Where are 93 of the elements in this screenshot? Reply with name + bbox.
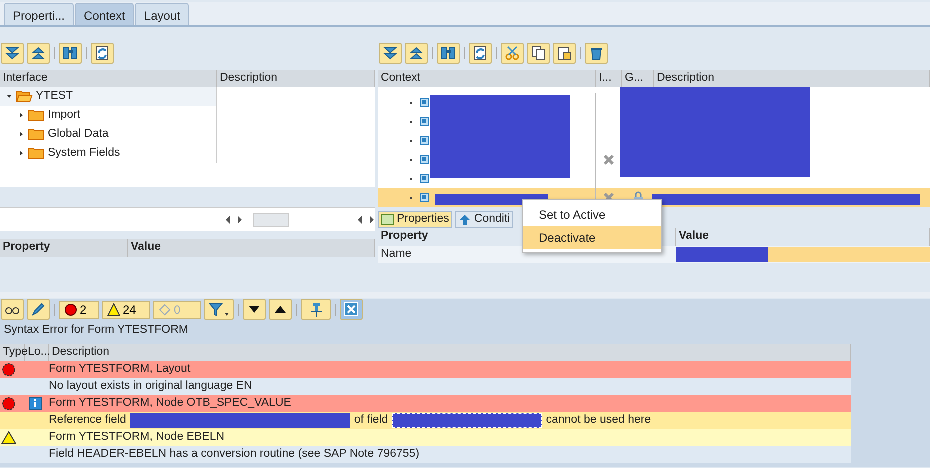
- message-row[interactable]: Form YTESTFORM, Layout: [0, 361, 851, 378]
- refresh-icon: [472, 44, 489, 62]
- scroll-left-icon[interactable]: [225, 216, 231, 224]
- node-icon[interactable]: [420, 193, 429, 202]
- search-button[interactable]: [437, 42, 460, 64]
- display-button[interactable]: [1, 299, 24, 320]
- caret-right-icon[interactable]: [18, 131, 25, 138]
- tab[interactable]: Properties: [378, 211, 452, 228]
- menu-item[interactable]: Set to Active: [523, 203, 661, 226]
- pin-button[interactable]: [301, 299, 331, 320]
- count-filter-button[interactable]: 24: [102, 300, 150, 318]
- message-row[interactable]: Form YTESTFORM, Node EBELN: [0, 429, 851, 446]
- collapse-all-button[interactable]: [27, 42, 50, 64]
- node-icon[interactable]: [420, 155, 429, 164]
- copy-icon: [530, 44, 547, 62]
- scroll-left-icon[interactable]: [357, 216, 363, 224]
- pin-icon: [310, 302, 322, 317]
- message-text: of field: [354, 412, 388, 428]
- tab[interactable]: Layout: [135, 3, 190, 25]
- scroll-right-icon[interactable]: [237, 216, 243, 224]
- close-button[interactable]: [340, 299, 363, 320]
- pencil-icon: [30, 302, 47, 317]
- message-text: Form YTESTFORM, Node OTB_SPEC_VALUE: [49, 396, 292, 411]
- error-icon: [64, 302, 78, 316]
- arrow-up-icon: [458, 214, 472, 226]
- tab[interactable]: Conditi: [455, 211, 514, 228]
- scroll-right-icon[interactable]: [369, 216, 375, 224]
- message-text: Field HEADER-EBELN has a conversion routine (see SAP Note 796755): [49, 446, 420, 462]
- funnel-icon: [208, 302, 230, 317]
- double-chevron-icon: [382, 44, 399, 62]
- tree-node-label[interactable]: Import: [48, 106, 81, 124]
- folder-icon: [16, 89, 33, 104]
- search-button[interactable]: [59, 42, 82, 64]
- folder-icon: [28, 146, 45, 161]
- column-header[interactable]: Property: [0, 239, 128, 257]
- expand-all-button[interactable]: [379, 42, 402, 64]
- paste-button[interactable]: [553, 42, 576, 64]
- menu-item[interactable]: Deactivate: [523, 226, 661, 249]
- error-icon: [1, 362, 17, 376]
- scissors-icon: [504, 44, 521, 62]
- warning-icon: [107, 302, 121, 316]
- diamond-icon: [158, 302, 172, 316]
- triangle-down-icon: [248, 305, 261, 314]
- tree-node-label[interactable]: YTEST: [36, 88, 74, 106]
- next-button[interactable]: [243, 299, 266, 320]
- refresh-icon: [94, 44, 111, 62]
- value-field[interactable]: [676, 247, 930, 262]
- message-text: No layout exists in original language EN: [49, 378, 252, 394]
- message-text: Form YTESTFORM, Node EBELN: [49, 430, 225, 445]
- search-icon: [440, 44, 457, 62]
- tree-node-label[interactable]: System Fields: [48, 144, 120, 162]
- edit-button[interactable]: [27, 299, 50, 320]
- search-icon: [62, 44, 79, 62]
- message-text: Reference field: [49, 412, 126, 428]
- scroll-thumb[interactable]: [253, 212, 289, 226]
- caret-right-icon[interactable]: [18, 150, 25, 157]
- folder-icon: [28, 127, 45, 142]
- message-row[interactable]: Form YTESTFORM, Node OTB_SPEC_VALUE: [0, 395, 851, 412]
- copy-button[interactable]: [527, 42, 550, 64]
- tab[interactable]: Context: [75, 3, 134, 25]
- list-icon: [381, 214, 395, 226]
- filter-button[interactable]: [204, 299, 234, 320]
- paste-icon: [556, 44, 573, 62]
- tree-node-label[interactable]: Global Data: [48, 126, 109, 144]
- close-icon: [344, 302, 359, 317]
- error-icon: [1, 396, 17, 410]
- caret-down-icon[interactable]: [6, 93, 13, 100]
- node-icon[interactable]: [420, 174, 429, 183]
- message-row[interactable]: No layout exists in original language EN: [0, 378, 851, 395]
- node-icon[interactable]: [420, 98, 429, 107]
- delete-button[interactable]: [585, 42, 608, 64]
- message-text: cannot be used here: [546, 412, 652, 428]
- message-row[interactable]: Field HEADER-EBELN has a conversion routine (see SAP Note 796755): [0, 446, 851, 463]
- node-icon[interactable]: [420, 136, 429, 145]
- column-header[interactable]: Value: [128, 239, 375, 257]
- double-chevron-icon: [4, 44, 21, 62]
- node-icon[interactable]: [420, 117, 429, 126]
- refresh-button[interactable]: [91, 42, 114, 64]
- message-row[interactable]: Reference field of field cannot be used here: [0, 412, 851, 429]
- collapse-all-button[interactable]: [405, 42, 428, 64]
- message-text: Form YTESTFORM, Layout: [49, 362, 191, 377]
- triangle-up-icon: [274, 305, 287, 314]
- folder-icon: [28, 108, 45, 123]
- caret-right-icon[interactable]: [18, 112, 25, 119]
- refresh-button[interactable]: [469, 42, 492, 64]
- tab[interactable]: Properti...: [4, 3, 74, 25]
- message-title: Syntax Error for Form YTESTFORM: [3, 323, 190, 338]
- property-name: Name: [380, 246, 413, 262]
- double-chevron-icon: [30, 44, 47, 62]
- previous-button[interactable]: [269, 299, 292, 320]
- double-chevron-icon: [408, 44, 425, 62]
- expand-all-button[interactable]: [1, 42, 24, 64]
- count-filter-button[interactable]: 2: [59, 300, 99, 318]
